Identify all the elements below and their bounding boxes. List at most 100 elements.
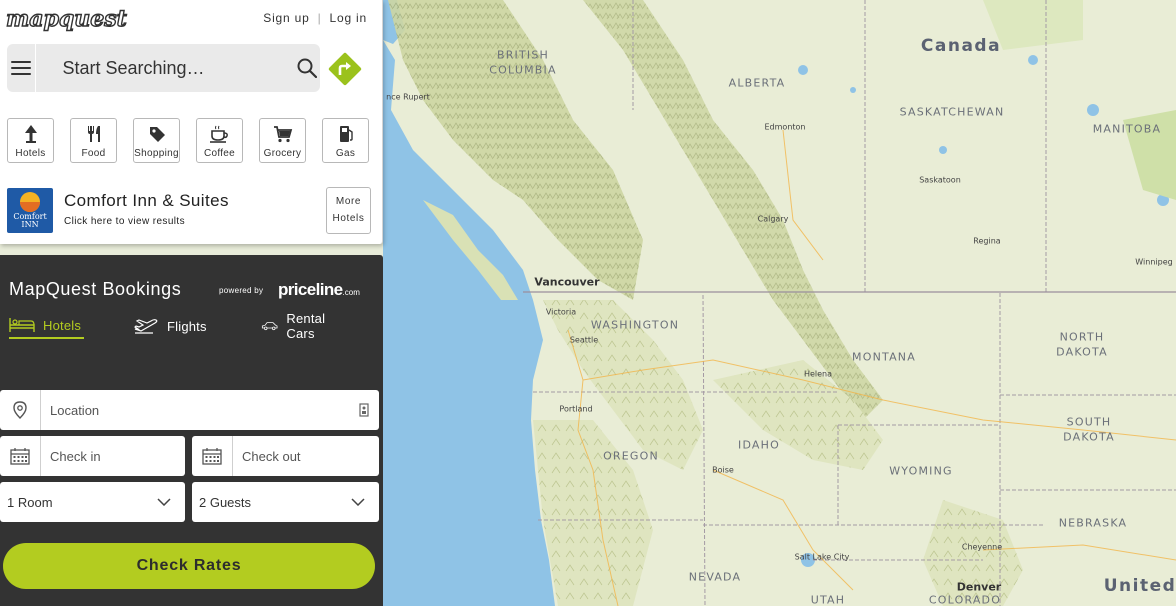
- map-label-montana: MONTANA: [852, 350, 916, 364]
- map-label-north-dakota-2: DAKOTA: [1056, 345, 1108, 359]
- powered-by-text: powered by: [219, 286, 264, 295]
- sun-icon: [20, 192, 40, 212]
- map-label-manitoba: MANITOBA: [1092, 122, 1162, 136]
- category-label: Coffee: [203, 148, 236, 159]
- map-label-winnipeg: Winnipeg: [1135, 257, 1173, 267]
- directions-button[interactable]: [327, 51, 363, 87]
- coffee-cup-icon: [209, 125, 228, 143]
- tab-flights[interactable]: Flights: [133, 313, 207, 339]
- tab-label: Rental Cars: [286, 311, 326, 341]
- map-label-salt-lake-city: Salt Lake City: [794, 552, 850, 562]
- map-label-cheyenne: Cheyenne: [961, 542, 1003, 552]
- chevron-down-icon: [351, 498, 365, 506]
- hotel-icon: [24, 125, 37, 143]
- map-label-denver: Denver: [956, 580, 1002, 594]
- map-label-wyoming: WYOMING: [889, 464, 953, 478]
- bed-icon: [9, 318, 35, 332]
- map-label-regina: Regina: [973, 236, 1001, 246]
- ad-title[interactable]: Comfort Inn & Suites: [64, 191, 229, 211]
- map-label-british-columbia-1: BRITISH: [496, 48, 550, 62]
- comfort-inn-logo: Comfort INN: [7, 188, 53, 233]
- map-label-washington: WASHINGTON: [590, 318, 680, 332]
- fork-knife-icon: [87, 126, 100, 142]
- contact-card-icon: [349, 390, 379, 430]
- map-label-british-columbia-2: COLUMBIA: [489, 63, 557, 77]
- logo-text: Comfort INN: [13, 212, 47, 229]
- category-label: Gas: [335, 148, 356, 159]
- more-hotels-button[interactable]: More Hotels: [326, 187, 371, 234]
- location-field: [0, 390, 379, 430]
- map-label-north-dakota-1: NORTH: [1059, 330, 1105, 344]
- map-label-portland: Portland: [559, 404, 593, 414]
- check-out-input[interactable]: [233, 437, 379, 475]
- map-label-boise: Boise: [712, 465, 734, 475]
- category-label: Shopping: [134, 148, 179, 159]
- map-label-canada: Canada: [920, 36, 1002, 57]
- guests-value: 2 Guests: [199, 494, 252, 510]
- tab-label: Hotels: [43, 317, 82, 333]
- sign-up-link[interactable]: Sign up: [263, 11, 309, 25]
- category-shopping[interactable]: Shopping: [133, 118, 180, 163]
- tag-icon: [149, 127, 165, 142]
- map-label-united-states: United: [1103, 576, 1176, 597]
- map-label-saskatoon: Saskatoon: [919, 175, 961, 185]
- map-label-utah: UTAH: [810, 593, 846, 606]
- map-label-oregon: OREGON: [603, 449, 659, 463]
- ad-subtitle[interactable]: Click here to view results: [64, 216, 185, 227]
- category-coffee[interactable]: Coffee: [196, 118, 243, 163]
- tab-label: Flights: [167, 318, 207, 334]
- hamburger-icon: [11, 61, 32, 75]
- map-terrain: [383, 0, 1176, 606]
- category-label: Food: [81, 148, 106, 159]
- check-in-input[interactable]: [41, 437, 185, 475]
- menu-button[interactable]: [7, 44, 37, 92]
- category-label: Grocery: [263, 148, 302, 159]
- rooms-value: 1 Room: [7, 494, 53, 510]
- map-label-prince-rupert: nce Rupert: [386, 92, 430, 102]
- map-label-south-dakota-2: DAKOTA: [1063, 430, 1115, 444]
- map-label-nevada: NEVADA: [688, 570, 742, 584]
- category-gas[interactable]: Gas: [322, 118, 369, 163]
- map-label-idaho: IDAHO: [738, 438, 780, 452]
- bookings-title: MapQuest Bookings: [9, 279, 182, 299]
- guests-select[interactable]: 2 Guests: [192, 482, 379, 522]
- search-button[interactable]: [294, 44, 320, 92]
- rooms-select[interactable]: 1 Room: [0, 482, 185, 522]
- map-label-nebraska: NEBRASKA: [1058, 516, 1128, 530]
- auth-separator: |: [317, 11, 322, 25]
- map-label-vancouver: Vancouver: [534, 275, 600, 289]
- map-label-alberta: ALBERTA: [728, 76, 786, 90]
- check-rates-button[interactable]: Check Rates: [3, 543, 375, 589]
- map-label-colorado: COLORADO: [928, 593, 1002, 606]
- tab-rental-cars[interactable]: Rental Cars: [261, 311, 334, 341]
- gas-pump-icon: [339, 126, 353, 142]
- category-food[interactable]: Food: [70, 118, 117, 163]
- category-label: Hotels: [15, 148, 46, 159]
- map-label-saskatchewan: SASKATCHEWAN: [899, 105, 1005, 119]
- location-pin-icon: [0, 390, 41, 430]
- map-label-edmonton: Edmonton: [764, 122, 806, 132]
- category-hotels[interactable]: Hotels: [7, 118, 54, 163]
- mapquest-logo[interactable]: mapquest: [5, 6, 127, 31]
- location-input[interactable]: [41, 391, 349, 429]
- map-label-south-dakota-1: SOUTH: [1066, 415, 1112, 429]
- tab-hotels[interactable]: Hotels: [9, 313, 84, 339]
- car-icon: [261, 322, 278, 331]
- search-panel: mapquest Sign up | Log in Hotels: [0, 0, 383, 244]
- map-canvas[interactable]: Canada BRITISH COLUMBIA ALBERTA SASKATCH…: [383, 0, 1176, 606]
- check-out-field: [192, 436, 379, 476]
- category-bar: Hotels Food Shopping Coffee Grocery Gas: [7, 118, 369, 163]
- airplane-icon: [134, 319, 158, 334]
- search-bar: [7, 44, 320, 92]
- calendar-icon: [0, 436, 41, 476]
- log-in-link[interactable]: Log in: [330, 11, 368, 25]
- search-input[interactable]: [36, 44, 295, 92]
- category-grocery[interactable]: Grocery: [259, 118, 306, 163]
- priceline-logo: priceline.com: [278, 280, 360, 299]
- check-in-field: [0, 436, 185, 476]
- calendar-icon: [192, 436, 233, 476]
- shopping-cart-icon: [273, 126, 292, 143]
- map-label-victoria: Victoria: [545, 307, 577, 317]
- sponsored-hotel-ad[interactable]: Comfort INN Comfort Inn & Suites Click he…: [7, 187, 372, 235]
- search-icon: [297, 58, 318, 78]
